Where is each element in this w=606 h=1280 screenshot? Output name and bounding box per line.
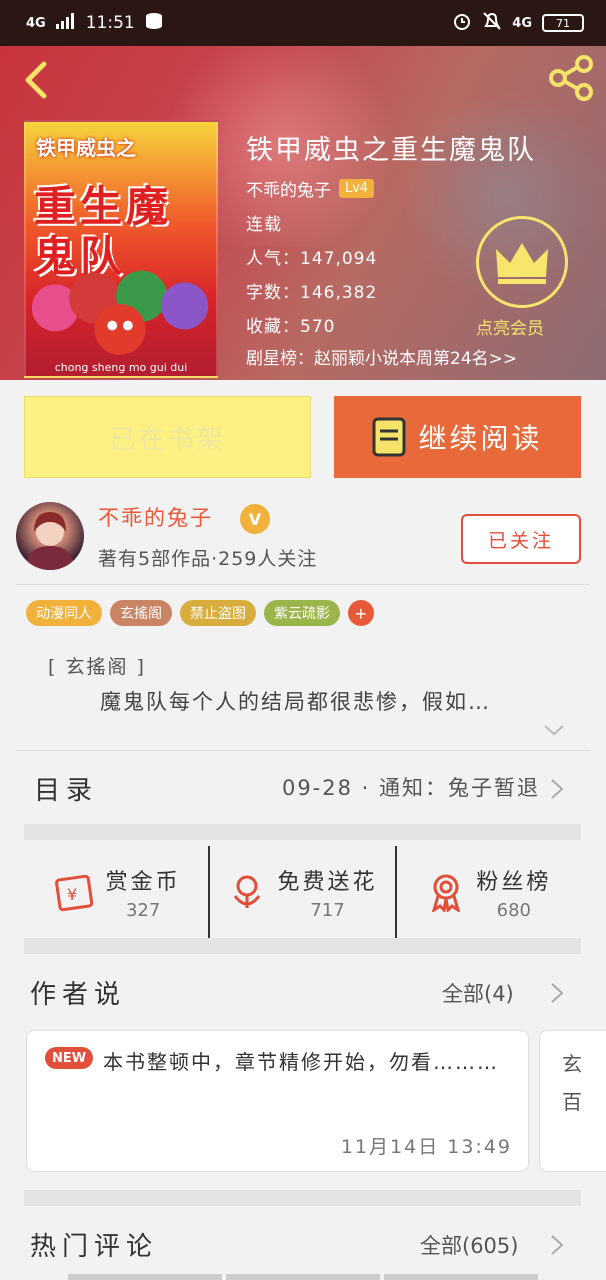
cover-pinyin: chong sheng mo gui dui	[54, 361, 188, 374]
medal-icon	[432, 874, 461, 912]
network-indicator: 4G	[26, 15, 46, 31]
stat-name: 免费送花	[277, 869, 378, 895]
note-date: 11月14日 13:49	[340, 1136, 512, 1158]
book-status: 连载	[246, 215, 282, 235]
level-badge: Lv4	[339, 179, 375, 198]
reward-coins-button[interactable]: ¥ 赏金币 327	[24, 846, 208, 938]
author-notes-more-link[interactable]: 全部(4)	[442, 978, 514, 1008]
author-works: 著有5部作品·259人关注	[98, 548, 318, 570]
chevron-down-icon	[544, 725, 564, 736]
chevron-right-icon	[551, 1235, 564, 1255]
cover-title-top: 铁甲威虫之	[36, 136, 136, 160]
toc-label: 目录	[34, 776, 99, 806]
fan-ranking-button[interactable]: 粉丝榜 680	[394, 846, 581, 938]
vip-button[interactable]	[476, 216, 568, 308]
comments-more-link[interactable]: 全部(605)	[420, 1230, 518, 1260]
intro-category: [ 玄搖阁 ]	[48, 656, 146, 678]
latest-update: 09-28 · 通知：兔子暂退	[281, 776, 540, 800]
network-indicator-right: 4G	[512, 15, 532, 31]
intro-text[interactable]: 魔鬼队每个人的结局都很悲惨，假如…	[100, 686, 491, 716]
author-notes-title: 作者说	[30, 980, 127, 1010]
stat-value: 680	[496, 899, 531, 921]
author-name[interactable]: 不乖的兔子	[98, 502, 213, 532]
tag-chip[interactable]: 动漫同人	[26, 600, 102, 626]
author-note-card[interactable]: NEW 本书整顿中，章节精修开始，勿看……… 11月14日 13:49	[26, 1030, 529, 1172]
table-of-contents[interactable]: 目录 09-28 · 通知：兔子暂退	[0, 752, 606, 824]
stat-name: 粉丝榜	[476, 869, 552, 895]
book-word-count: 字数：146,382	[246, 283, 378, 303]
mute-icon	[482, 11, 502, 36]
section-separator	[24, 938, 581, 954]
verified-badge: V	[240, 504, 270, 534]
signal-icon	[55, 12, 76, 34]
comment-tab-strip	[68, 1274, 538, 1280]
back-button[interactable]	[16, 58, 56, 102]
stat-value: 327	[125, 899, 161, 921]
tag-chip[interactable]: 禁止盗图	[180, 600, 256, 626]
clock: 11:51	[85, 13, 135, 33]
author-name[interactable]: 不乖的兔子	[246, 176, 331, 201]
hot-comments-title: 热门评论	[30, 1232, 159, 1262]
book-icon	[372, 417, 406, 457]
divider	[16, 750, 590, 751]
crown-icon	[496, 243, 548, 284]
on-shelf-button[interactable]: 已在书架	[24, 396, 311, 478]
stats-row: ¥ 赏金币 327 免费送花 717 粉丝榜 680	[24, 846, 581, 938]
section-separator	[24, 1190, 581, 1206]
cover-characters-art	[31, 270, 209, 355]
chevron-left-icon	[25, 61, 47, 99]
avatar[interactable]	[16, 502, 84, 570]
book-title: 铁甲威虫之重生魔鬼队	[246, 135, 536, 166]
share-icon	[549, 55, 593, 101]
book-detail-panel: 已在书架 继续阅读 不乖的兔子 V 著有5部作品·259人关注 已关注 动漫同人…	[0, 380, 606, 1280]
divider	[16, 584, 590, 585]
tag-chip[interactable]: 玄搖阁	[110, 600, 172, 626]
vip-label[interactable]: 点亮会员	[476, 314, 544, 339]
chevron-right-icon	[551, 779, 564, 799]
note-text: 玄百	[562, 1052, 582, 1114]
book-favorites: 收藏：570	[246, 317, 336, 337]
stat-value: 717	[310, 899, 345, 921]
author-card[interactable]: 不乖的兔子 V 著有5部作品·259人关注 已关注	[0, 500, 606, 584]
svg-text:¥: ¥	[67, 885, 77, 904]
battery-icon: 71	[542, 14, 584, 32]
share-button[interactable]	[548, 54, 596, 102]
status-bar: 4G 11:51 4G 71	[0, 0, 606, 46]
storage-icon	[145, 12, 165, 35]
author-note-card[interactable]: 玄百	[539, 1030, 606, 1172]
tag-list: 动漫同人 玄搖阁 禁止盗图 紫云疏影 +	[26, 600, 374, 626]
book-header: 铁甲威虫之 重生魔鬼队 chong sheng mo gui dui 铁甲威虫之…	[0, 46, 606, 380]
chevron-right-icon	[551, 983, 564, 1003]
expand-button[interactable]	[542, 720, 566, 740]
alarm-icon	[452, 11, 472, 36]
note-text: 本书整顿中，章节精修开始，勿看………	[103, 1050, 499, 1074]
add-tag-button[interactable]: +	[348, 600, 374, 626]
book-popularity: 人气：147,094	[246, 249, 378, 269]
author-row[interactable]: 不乖的兔子 Lv4	[246, 176, 375, 201]
send-flower-button[interactable]: 免费送花 717	[208, 846, 394, 938]
book-cover[interactable]: 铁甲威虫之 重生魔鬼队 chong sheng mo gui dui	[24, 120, 218, 378]
section-separator	[24, 824, 581, 840]
ranking-link[interactable]: 剧星榜：赵丽颖小说本周第24名>>	[246, 344, 517, 369]
red-envelope-icon: ¥	[54, 874, 93, 912]
follow-button[interactable]: 已关注	[461, 514, 581, 564]
tag-chip[interactable]: 紫云疏影	[264, 600, 340, 626]
flower-icon	[234, 875, 261, 908]
stat-name: 赏金币	[105, 869, 181, 895]
continue-reading-label: 继续阅读	[418, 422, 543, 455]
continue-reading-button[interactable]: 继续阅读	[334, 396, 581, 478]
